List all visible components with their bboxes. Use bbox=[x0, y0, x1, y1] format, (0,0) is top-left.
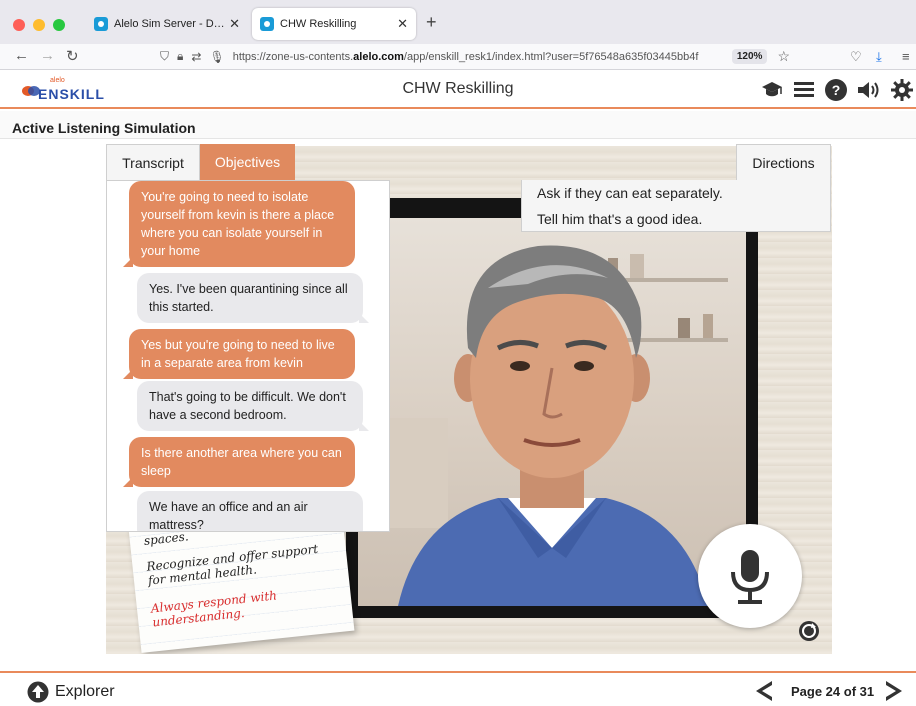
permissions-icon[interactable]: ⇄ bbox=[191, 50, 201, 64]
directions-panel: Ask if they can eat separately. Tell him… bbox=[521, 180, 831, 232]
tab-title: Alelo Sim Server - Dashboard Li bbox=[114, 18, 226, 30]
transcript-user-message: Yes but you're going to need to live in … bbox=[123, 329, 355, 379]
previous-page-icon[interactable] bbox=[756, 681, 772, 701]
transcript-user-message: You're going to need to isolate yourself… bbox=[123, 181, 355, 267]
tab-title: CHW Reskilling bbox=[280, 18, 357, 30]
close-icon[interactable]: ✕ bbox=[229, 16, 240, 32]
url-text: https://zone-us-contents.alelo.com/app/e… bbox=[232, 50, 699, 63]
download-icon[interactable]: ⤓ bbox=[876, 49, 882, 65]
volume-icon[interactable] bbox=[856, 78, 880, 102]
menu-icon[interactable]: ≡ bbox=[902, 49, 910, 64]
pocket-icon[interactable]: ♡ bbox=[850, 49, 862, 65]
address-bar[interactable]: ⛉ 🔒︎ ⇄ 🎙︎ https://zone-us-contents.alelo… bbox=[160, 45, 790, 68]
list-icon[interactable] bbox=[792, 78, 816, 102]
shield-icon: ⛉ bbox=[160, 49, 170, 63]
app-footer: Explorer Page 24 of 31 bbox=[0, 671, 916, 706]
tab-objectives[interactable]: Objectives bbox=[200, 144, 295, 180]
back-arrow-icon[interactable]: ← bbox=[14, 47, 29, 64]
note-line: Recognize and offer support for mental h… bbox=[145, 541, 319, 588]
help-icon[interactable]: ? bbox=[824, 78, 848, 102]
reload-icon[interactable]: ↻ bbox=[66, 47, 79, 65]
browser-tab-dashboard[interactable]: Alelo Sim Server - Dashboard Li ✕ bbox=[86, 8, 248, 40]
transcript-npc-message: We have an office and an air mattress? bbox=[137, 491, 363, 531]
window-zoom-button[interactable] bbox=[53, 19, 65, 31]
forward-arrow-icon[interactable]: → bbox=[40, 47, 55, 64]
note-line: Always respond with understanding. bbox=[150, 588, 278, 630]
window-minimize-button[interactable] bbox=[33, 19, 45, 31]
browser-tab-chw-reskilling[interactable]: CHW Reskilling ✕ bbox=[252, 8, 416, 40]
svg-text:?: ? bbox=[832, 82, 841, 98]
alelo-favicon-icon bbox=[260, 17, 274, 31]
direction-item[interactable]: Ask if they can eat separately. bbox=[537, 185, 723, 201]
transcript-npc-message: Yes. I've been quarantining since all th… bbox=[137, 273, 369, 323]
replay-icon[interactable] bbox=[798, 620, 820, 642]
zoom-level-badge[interactable]: 120% bbox=[731, 49, 768, 64]
tab-transcript[interactable]: Transcript bbox=[106, 144, 200, 180]
next-page-icon[interactable] bbox=[886, 681, 902, 701]
direction-item[interactable]: Tell him that's a good idea. bbox=[537, 211, 702, 227]
gear-icon[interactable] bbox=[890, 78, 914, 102]
close-icon[interactable]: ✕ bbox=[397, 16, 408, 32]
alelo-favicon-icon bbox=[94, 17, 108, 31]
browser-nav-bar: ← → ↻ ⛉ 🔒︎ ⇄ 🎙︎ https://zone-us-contents… bbox=[0, 44, 916, 70]
transcript-user-message: Is there another area where you can slee… bbox=[123, 437, 355, 487]
character-portrait bbox=[358, 245, 728, 606]
browser-tab-bar: Alelo Sim Server - Dashboard Li ✕ CHW Re… bbox=[0, 0, 916, 44]
simulation-title-bar: Active Listening Simulation bbox=[0, 111, 916, 139]
app-header: alelo ENSKILL CHW Reskilling ? bbox=[0, 71, 916, 109]
simulation-title: Active Listening Simulation bbox=[12, 120, 196, 136]
bookmark-star-icon[interactable]: ☆ bbox=[777, 48, 790, 65]
window-close-button[interactable] bbox=[13, 19, 25, 31]
explorer-up-icon[interactable] bbox=[27, 681, 49, 703]
microphone-permission-icon[interactable]: 🎙︎ bbox=[209, 50, 224, 64]
tab-directions[interactable]: Directions bbox=[736, 144, 831, 180]
transcript-npc-message: That's going to be difficult. We don't h… bbox=[137, 381, 369, 431]
character-scene bbox=[358, 218, 746, 606]
lock-icon: 🔒︎ bbox=[177, 49, 184, 63]
page-indicator: Page 24 of 31 bbox=[791, 684, 875, 699]
microphone-icon bbox=[731, 550, 769, 604]
new-tab-button[interactable]: + bbox=[426, 12, 437, 33]
microphone-button[interactable] bbox=[698, 524, 802, 628]
transcript-panel[interactable]: You're going to need to isolate yourself… bbox=[106, 180, 390, 532]
graduation-cap-icon[interactable] bbox=[760, 78, 784, 102]
explorer-button[interactable]: Explorer bbox=[55, 683, 115, 701]
